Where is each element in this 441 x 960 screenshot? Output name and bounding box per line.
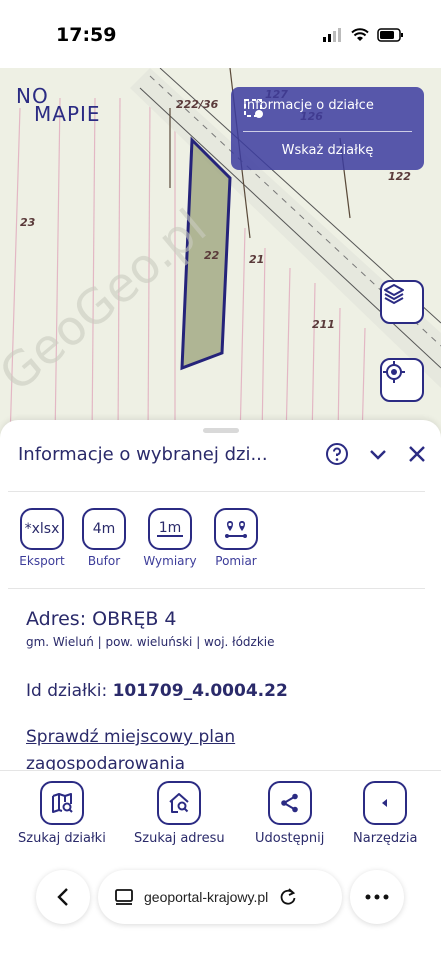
nav-tools-button[interactable] — [363, 781, 408, 825]
nav-search-parcel-button[interactable] — [39, 781, 84, 825]
parcel-id: Id działki: 101709_4.0004.22 — [26, 681, 288, 701]
nav-share[interactable]: Udostępnij — [255, 781, 324, 846]
select-parcel-icon — [244, 99, 263, 118]
back-arrow-icon — [57, 888, 68, 906]
more-icon — [365, 894, 389, 900]
logo: NO MAPIE — [16, 84, 101, 126]
close-icon[interactable] — [407, 444, 427, 464]
wifi-icon — [351, 28, 369, 41]
share-icon — [280, 793, 298, 813]
status-bar: 17:59 — [0, 0, 441, 68]
address-bar[interactable]: geoportal-krajowy.pl — [98, 870, 342, 924]
parcel-label: 21 — [249, 253, 264, 266]
export-xlsx-button[interactable]: *xlsx — [20, 508, 64, 550]
ruler-icon — [157, 535, 183, 537]
divider — [8, 491, 425, 492]
map-search-icon — [51, 793, 73, 813]
nav-search-address-button[interactable] — [157, 781, 202, 825]
parcel-info-box[interactable]: Informacje o działce Wskaż działkę — [231, 87, 424, 170]
nav-search-address[interactable]: Szukaj adresu — [134, 781, 225, 846]
parcel-info-title-row[interactable]: Informacje o działce — [243, 98, 374, 118]
bottom-nav: Szukaj działki Szukaj adresu Udostępnij … — [0, 770, 441, 854]
tools-row: *xlsx Eksport 4m Bufor 1m Wymiary Pomiar — [16, 508, 262, 568]
nav-share-button[interactable] — [267, 781, 312, 825]
status-icons — [323, 28, 405, 42]
signal-icon — [323, 28, 341, 42]
measure-button[interactable] — [214, 508, 258, 550]
sheet-actions — [325, 442, 427, 466]
tab-layout-icon — [115, 889, 133, 905]
measure-pins-icon — [225, 521, 247, 538]
parcel-label: 22 — [204, 249, 220, 262]
dimensions-tool[interactable]: 1m Wymiary — [140, 508, 200, 568]
status-time: 17:59 — [56, 24, 117, 46]
nav-search-parcel-label: Szukaj działki — [18, 831, 106, 846]
home-search-icon — [169, 793, 189, 813]
address-admin-units: gm. Wieluń | pow. wieluński | woj. łódzk… — [26, 635, 275, 649]
browser-back-button[interactable] — [36, 870, 90, 924]
collapse-chevron-icon[interactable] — [367, 443, 389, 465]
divider — [243, 131, 412, 132]
reload-icon[interactable] — [278, 887, 298, 907]
dimensions-label: Wymiary — [143, 554, 197, 568]
layers-icon — [384, 284, 404, 305]
parcel-label: 222/36 — [176, 98, 219, 111]
nav-share-label: Udostępnij — [255, 831, 325, 846]
sheet-handle[interactable] — [203, 428, 239, 433]
browser-toolbar: geoportal-krajowy.pl — [0, 854, 441, 960]
battery-icon — [377, 28, 403, 42]
measure-label: Pomiar — [215, 554, 257, 568]
parcel-label: 211 — [312, 318, 335, 331]
browser-more-button[interactable] — [350, 870, 404, 924]
measure-tool[interactable]: Pomiar — [210, 508, 262, 568]
parcel-label: 23 — [20, 216, 36, 229]
dimensions-value: 1m — [158, 520, 182, 536]
parcel-label: 122 — [388, 170, 411, 183]
parcel-id-label: Id działki: — [26, 681, 113, 701]
buffer-tool[interactable]: 4m Bufor — [78, 508, 130, 568]
buffer-label: Bufor — [87, 554, 121, 568]
help-icon[interactable] — [325, 442, 349, 466]
parcel-id-value: 101709_4.0004.22 — [112, 681, 288, 701]
url-text: geoportal-krajowy.pl — [144, 889, 269, 905]
locate-button[interactable] — [380, 358, 424, 402]
dimensions-button[interactable]: 1m — [148, 508, 192, 550]
chevron-left-icon — [382, 799, 388, 807]
layers-button[interactable] — [380, 280, 424, 324]
nav-tools[interactable]: Narzędzia — [353, 781, 418, 846]
export-tool[interactable]: *xlsx Eksport — [16, 508, 68, 568]
locate-icon — [383, 361, 405, 383]
point-parcel-button[interactable]: Wskaż działkę — [231, 143, 424, 158]
sheet-title: Informacje o wybranej dzi... — [18, 444, 268, 465]
nav-tools-label: Narzędzia — [353, 831, 418, 846]
map-view[interactable]: GeoGeo.pl 222/36 127 126 122 23 22 21 21… — [0, 68, 441, 440]
address: Adres: OBRĘB 4 — [26, 608, 177, 630]
buffer-button[interactable]: 4m — [82, 508, 126, 550]
logo-line2: MAPIE — [34, 102, 101, 126]
divider — [8, 588, 425, 589]
export-label: Eksport — [19, 554, 65, 568]
nav-search-address-label: Szukaj adresu — [134, 831, 225, 846]
nav-search-parcel[interactable]: Szukaj działki — [18, 781, 106, 846]
parcel-details-sheet: Informacje o wybranej dzi... *xlsx Ekspo… — [0, 420, 441, 774]
